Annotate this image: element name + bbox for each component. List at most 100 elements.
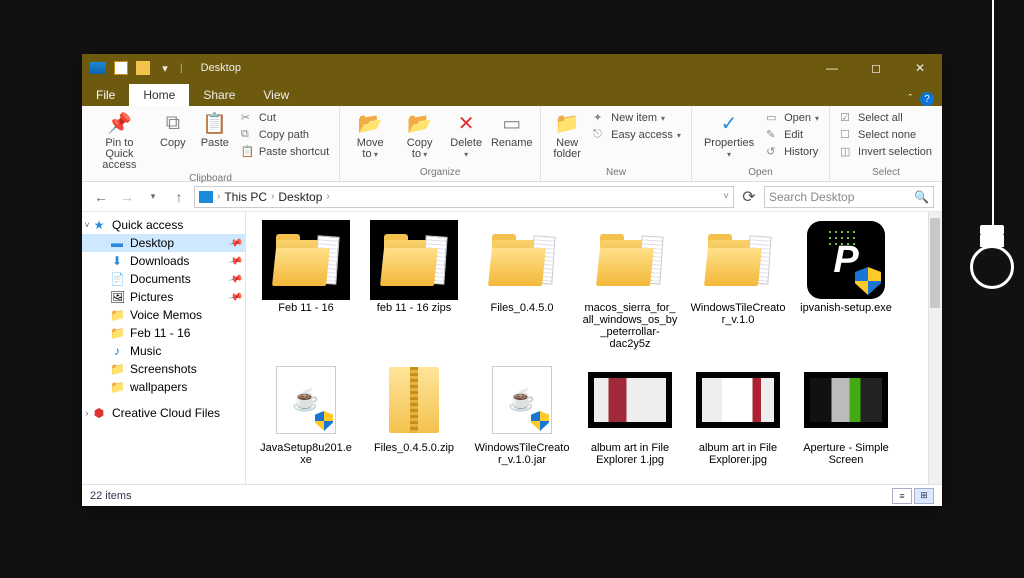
file-item[interactable]: Pipvanish-setup.exe: [798, 220, 894, 350]
rename-button[interactable]: ▭Rename: [489, 108, 534, 151]
new-folder-icon: 📁: [554, 110, 580, 136]
nav-creative-cloud[interactable]: ›⬢Creative Cloud Files: [82, 404, 245, 422]
address-dropdown-icon[interactable]: ˅: [723, 191, 729, 202]
tab-file[interactable]: File: [82, 84, 129, 106]
help-icon[interactable]: ?: [920, 92, 934, 106]
move-to-icon: 📂: [357, 110, 383, 136]
select-none-icon: ☐: [840, 128, 854, 142]
new-item-icon: ✦: [593, 111, 607, 125]
copy-path-button[interactable]: ⧉Copy path: [237, 127, 333, 143]
copy-button[interactable]: ⧉Copy: [153, 108, 193, 151]
select-all-icon: ☑: [840, 111, 854, 125]
nav-downloads[interactable]: ⬇Downloads📌: [82, 252, 245, 270]
tab-view[interactable]: View: [249, 84, 303, 106]
file-item[interactable]: ☕JavaSetup8u201.exe: [258, 360, 354, 466]
history-icon: ↺: [766, 145, 780, 159]
new-folder-button[interactable]: 📁New folder: [547, 108, 587, 162]
file-item-label: album art in File Explorer 1.jpg: [582, 442, 678, 466]
nav-quick-access[interactable]: ˅★Quick access: [82, 216, 245, 234]
qat-customize-icon[interactable]: ▾: [158, 61, 172, 75]
easy-access-button[interactable]: ⎋Easy access: [589, 127, 685, 143]
nav-documents[interactable]: 📄Documents📌: [82, 270, 245, 288]
select-none-button[interactable]: ☐Select none: [836, 127, 936, 143]
nav-pictures[interactable]: 🖼Pictures📌: [82, 288, 245, 306]
navigation-pane: ˅★Quick access ▬Desktop📌 ⬇Downloads📌 📄Do…: [82, 212, 246, 484]
cut-button[interactable]: ✂Cut: [237, 110, 333, 126]
icons-view-button[interactable]: ⊞: [914, 488, 934, 504]
edit-button[interactable]: ✎Edit: [762, 127, 823, 143]
search-placeholder: Search Desktop: [769, 190, 854, 204]
cut-icon: ✂: [241, 111, 255, 125]
pin-icon: 📌: [106, 110, 132, 136]
group-open-label: Open: [698, 167, 823, 181]
file-item-label: album art in File Explorer.jpg: [690, 442, 786, 466]
file-item[interactable]: macos_sierra_for_all_windows_os_by_peter…: [582, 220, 678, 350]
ribbon: 📌 Pin to Quick access ⧉Copy 📋Paste ✂Cut …: [82, 106, 942, 182]
search-input[interactable]: Search Desktop 🔍: [764, 186, 934, 208]
qat-newfolder-icon[interactable]: [136, 61, 150, 75]
nav-feb[interactable]: 📁Feb 11 - 16: [82, 324, 245, 342]
recent-dropdown[interactable]: ▾: [142, 186, 164, 208]
nav-wallpapers[interactable]: 📁wallpapers: [82, 378, 245, 396]
properties-icon: ✓: [716, 110, 742, 136]
invert-selection-button[interactable]: ◫Invert selection: [836, 144, 936, 160]
scrollbar[interactable]: [928, 212, 942, 484]
paste-icon: 📋: [202, 110, 228, 136]
file-item-label: Files_0.4.5.0.zip: [374, 442, 454, 454]
chevron-right-icon[interactable]: ›: [326, 191, 329, 202]
file-item[interactable]: album art in File Explorer 1.jpg: [582, 360, 678, 466]
file-item[interactable]: Files_0.4.5.0.zip: [366, 360, 462, 466]
copy-to-button[interactable]: 📂Copy to: [396, 108, 443, 162]
properties-button[interactable]: ✓Properties: [698, 108, 760, 162]
open-button[interactable]: ▭Open: [762, 110, 823, 126]
back-button[interactable]: ←: [90, 186, 112, 208]
pin-icon: 📌: [227, 235, 243, 251]
address-bar[interactable]: › This PC › Desktop › ˅: [194, 186, 734, 208]
history-button[interactable]: ↺History: [762, 144, 823, 160]
details-view-button[interactable]: ≡: [892, 488, 912, 504]
file-item[interactable]: album art in File Explorer.jpg: [690, 360, 786, 466]
file-item[interactable]: Files_0.4.5.0: [474, 220, 570, 350]
pin-icon: 📌: [227, 289, 243, 305]
refresh-button[interactable]: ⟳: [738, 186, 760, 208]
paste-button[interactable]: 📋Paste: [195, 108, 235, 151]
close-button[interactable]: ✕: [898, 54, 942, 82]
copy-path-icon: ⧉: [241, 128, 255, 142]
forward-button[interactable]: →: [116, 186, 138, 208]
delete-button[interactable]: ✕Delete: [445, 108, 487, 162]
file-item-label: WindowsTileCreator_v.1.0: [690, 302, 786, 326]
file-item-label: macos_sierra_for_all_windows_os_by_peter…: [582, 302, 678, 350]
up-button[interactable]: ↑: [168, 186, 190, 208]
breadcrumb-root[interactable]: This PC: [224, 190, 267, 204]
window-title: Desktop: [201, 62, 241, 74]
file-item[interactable]: Feb 11 - 16: [258, 220, 354, 350]
maximize-button[interactable]: ◻: [854, 54, 898, 82]
nav-screenshots[interactable]: 📁Screenshots: [82, 360, 245, 378]
chevron-right-icon[interactable]: ›: [271, 191, 274, 202]
pc-icon: [199, 191, 213, 203]
file-item[interactable]: feb 11 - 16 zips: [366, 220, 462, 350]
paste-shortcut-button[interactable]: 📋Paste shortcut: [237, 144, 333, 160]
file-item-label: feb 11 - 16 zips: [377, 302, 451, 314]
file-item[interactable]: WindowsTileCreator_v.1.0: [690, 220, 786, 350]
select-all-button[interactable]: ☑Select all: [836, 110, 936, 126]
item-count: 22 items: [90, 490, 132, 502]
nav-voice-memos[interactable]: 📁Voice Memos: [82, 306, 245, 324]
pin-quick-access-button[interactable]: 📌 Pin to Quick access: [88, 108, 151, 173]
tab-home[interactable]: Home: [129, 84, 189, 106]
file-item[interactable]: ☕WindowsTileCreator_v.1.0.jar: [474, 360, 570, 466]
nav-music[interactable]: ♪Music: [82, 342, 245, 360]
chevron-right-icon[interactable]: ›: [217, 191, 220, 202]
ribbon-collapse-icon[interactable]: ˆ: [908, 93, 912, 105]
new-item-button[interactable]: ✦New item: [589, 110, 685, 126]
breadcrumb-leaf[interactable]: Desktop: [278, 190, 322, 204]
minimize-button[interactable]: —: [810, 54, 854, 82]
file-item-label: JavaSetup8u201.exe: [258, 442, 354, 466]
explorer-icon: [90, 62, 106, 74]
nav-desktop[interactable]: ▬Desktop📌: [82, 234, 245, 252]
qat-properties-icon[interactable]: [114, 61, 128, 75]
group-organize-label: Organize: [346, 167, 534, 181]
tab-share[interactable]: Share: [189, 84, 249, 106]
file-item[interactable]: Aperture - Simple Screen: [798, 360, 894, 466]
move-to-button[interactable]: 📂Move to: [346, 108, 394, 162]
